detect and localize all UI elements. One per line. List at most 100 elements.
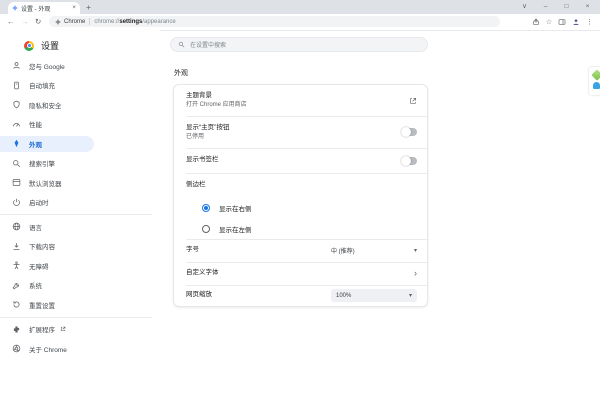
settings-sidebar: 设置 您与 Google 自动填充 隐私和安全 性能 外观 搜索引擎 默认浏览器…: [0, 30, 160, 400]
sidebar-divider: [0, 214, 152, 215]
caret-down-icon: ▾: [409, 292, 412, 299]
sidebar-item-system[interactable]: 系统: [0, 276, 152, 296]
sidebar-item-autofill[interactable]: 自动填充: [0, 76, 152, 96]
sidebar-item-privacy[interactable]: 隐私和安全: [0, 95, 152, 115]
search-placeholder: 在设置中搜索: [190, 40, 226, 49]
home-button-state: 已停用: [186, 133, 402, 141]
theme-row[interactable]: 主题背景 打开 Chrome 应用商店: [174, 85, 427, 116]
tab-search-icon[interactable]: ∨: [514, 0, 535, 14]
settings-title: 设置: [41, 39, 59, 52]
maximize-button[interactable]: □: [556, 0, 577, 14]
sidebar-item-label: 隐私和安全: [29, 100, 62, 110]
sidebar-item-default-browser[interactable]: 默认浏览器: [0, 173, 152, 193]
home-button-title: 显示“主页”按钮: [186, 123, 402, 133]
sidebar-item-downloads[interactable]: 下载内容: [0, 237, 152, 257]
appearance-card: 主题背景 打开 Chrome 应用商店 显示“主页”按钮 已停用 显示书签栏 侧…: [173, 84, 428, 307]
side-panel-right-option[interactable]: 显示在右侧: [174, 197, 427, 218]
share-icon[interactable]: [532, 18, 540, 26]
side-panel-icon[interactable]: [558, 18, 566, 26]
sidebar-item-about-chrome[interactable]: 关于 Chrome: [0, 339, 152, 359]
sidebar-item-reset[interactable]: 重置设置: [0, 295, 152, 315]
page-zoom-value: 100%: [336, 293, 351, 299]
appearance-icon: [12, 139, 21, 148]
side-panel-left-option[interactable]: 显示在左侧: [174, 218, 427, 239]
chrome-icon: [12, 344, 21, 353]
sidebar-item-search-engine[interactable]: 搜索引擎: [0, 154, 152, 174]
sidebar-item-label: 您与 Google: [29, 61, 65, 71]
sidebar-item-appearance[interactable]: 外观: [0, 134, 152, 154]
toggle-knob: [401, 156, 411, 166]
theme-subtitle: 打开 Chrome 应用商店: [186, 101, 409, 109]
radio-label: 显示在左侧: [219, 224, 252, 234]
toolbar-right-icons: ☆ ⋮: [532, 16, 593, 28]
download-icon: [12, 242, 21, 251]
chrome-page-gear-icon: [55, 19, 61, 25]
radio-label: 显示在右侧: [219, 203, 252, 213]
side-panel-title: 侧边栏: [186, 180, 417, 190]
sidebar-item-label: 下载内容: [29, 241, 55, 251]
bookmarks-bar-title: 显示书签栏: [186, 155, 402, 165]
sidebar-item-languages[interactable]: 语言: [0, 217, 152, 237]
sidebar-item-label: 系统: [29, 280, 42, 290]
profile-avatar-icon[interactable]: [572, 18, 580, 26]
chevron-right-icon: ›: [414, 269, 417, 278]
toolbar: ← → ↻ Chrome chrome://settings/appearanc…: [0, 14, 600, 31]
radio-selected-icon[interactable]: [202, 204, 210, 212]
theme-title: 主题背景: [186, 91, 409, 101]
settings-search-input[interactable]: 在设置中搜索: [170, 37, 428, 52]
default-browser-icon: [12, 178, 21, 187]
reload-icon[interactable]: ↻: [35, 17, 41, 27]
accessibility-icon: [12, 261, 21, 270]
address-bar[interactable]: Chrome chrome://settings/appearance: [49, 16, 500, 27]
font-size-label: 字号: [186, 245, 331, 255]
sidebar-item-label: 扩展程序: [29, 324, 55, 334]
sidebar-item-label: 语言: [29, 222, 42, 232]
external-link-icon: [60, 326, 66, 332]
sidebar-item-label: 重置设置: [29, 300, 55, 310]
page-zoom-select[interactable]: 100% ▾: [331, 289, 417, 302]
tab-strip: 设置 - 外观 × + ∨ – □ ×: [0, 0, 600, 14]
puzzle-icon: [12, 325, 21, 334]
sidebar-item-label: 外观: [29, 139, 42, 149]
tab-close-icon[interactable]: ×: [72, 5, 76, 12]
sidebar-item-label: 自动填充: [29, 80, 55, 90]
toggle-knob: [401, 127, 411, 137]
bookmark-star-icon[interactable]: ☆: [546, 19, 552, 26]
custom-fonts-row[interactable]: 自定义字体 ›: [174, 262, 427, 285]
minimize-button[interactable]: –: [535, 0, 556, 14]
tab-settings[interactable]: 设置 - 外观 ×: [8, 2, 80, 14]
url-scheme: chrome://: [94, 19, 119, 25]
menu-more-icon[interactable]: ⋮: [586, 19, 593, 26]
sidebar-item-label: 默认浏览器: [29, 178, 62, 188]
url-host: settings: [119, 19, 142, 25]
bookmarks-bar-toggle[interactable]: [402, 157, 417, 165]
sidebar-item-you-and-google[interactable]: 您与 Google: [0, 56, 152, 76]
new-tab-button[interactable]: +: [86, 2, 91, 13]
tab-title: 设置 - 外观: [21, 4, 72, 13]
globe-icon: [12, 222, 21, 231]
autofill-icon: [12, 81, 21, 90]
sidebar-item-accessibility[interactable]: 无障碍: [0, 256, 152, 276]
font-size-row: 字号 中 (推荐) ▾: [174, 239, 427, 262]
close-button[interactable]: ×: [577, 0, 598, 14]
reset-icon: [12, 300, 21, 309]
theme-text: 主题背景 打开 Chrome 应用商店: [186, 91, 409, 109]
page-title: 外观: [174, 68, 188, 78]
window-controls: ∨ – □ ×: [514, 0, 598, 14]
sidebar-item-performance[interactable]: 性能: [0, 115, 152, 135]
wrench-icon: [12, 281, 21, 290]
person-icon: [12, 61, 21, 70]
side-panel-label-row: 侧边栏: [174, 173, 427, 197]
home-button-toggle[interactable]: [402, 128, 417, 136]
open-web-store-external-link-icon[interactable]: [409, 97, 417, 105]
sidebar-divider: [0, 317, 152, 318]
search-icon: [178, 41, 185, 48]
search-engine-icon: [12, 159, 21, 168]
back-icon[interactable]: ←: [7, 17, 15, 27]
font-size-select[interactable]: 中 (推荐) ▾: [331, 246, 417, 255]
sidebar-item-extensions[interactable]: 扩展程序: [0, 320, 152, 340]
sidebar-item-label: 性能: [29, 119, 42, 129]
radio-unselected-icon[interactable]: [202, 225, 210, 233]
sidebar-item-on-startup[interactable]: 启动时: [0, 193, 152, 213]
home-button-row: 显示“主页”按钮 已停用: [174, 116, 427, 148]
